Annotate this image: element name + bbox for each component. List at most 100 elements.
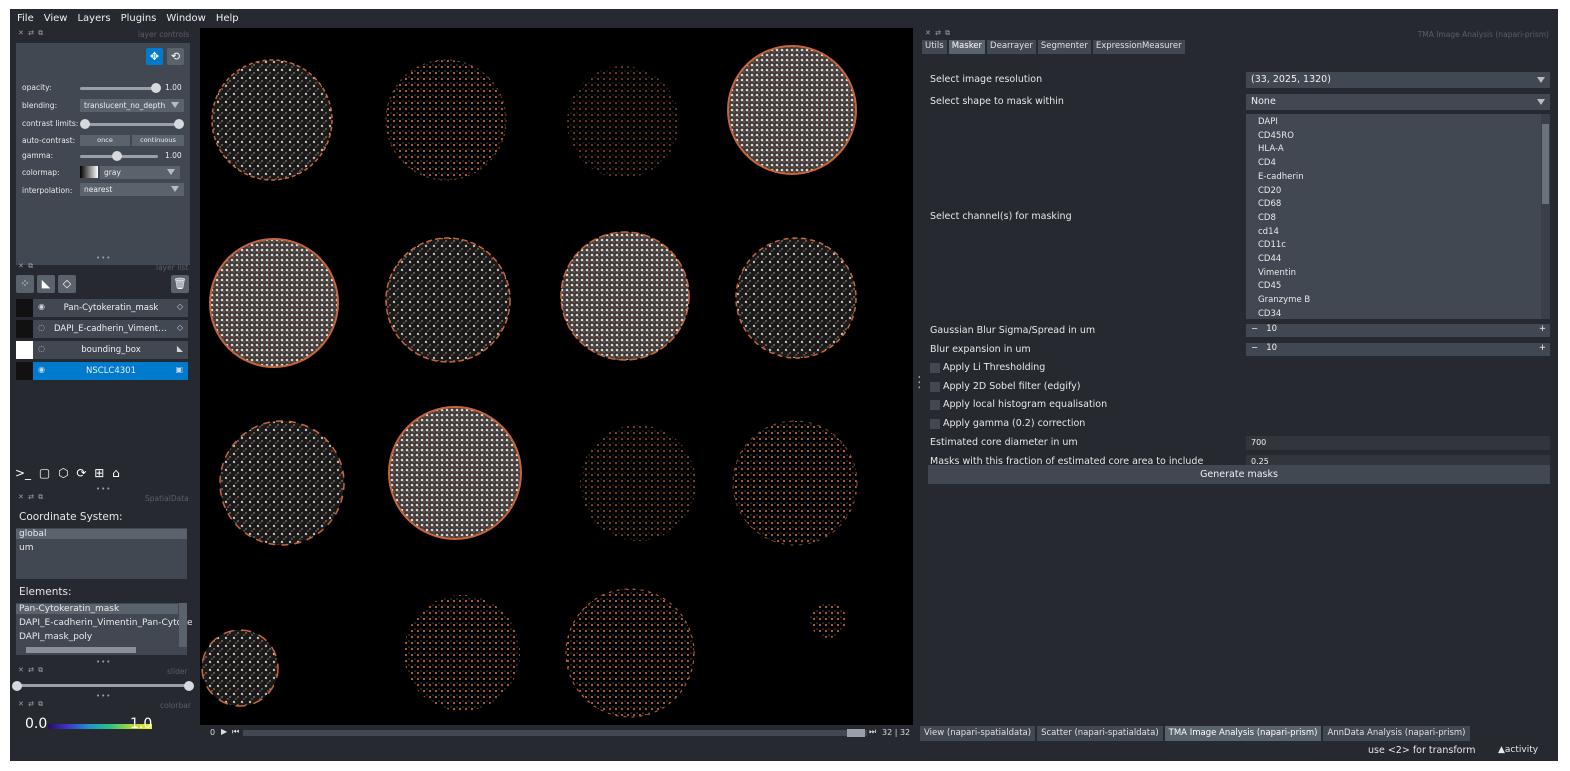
scrollbar[interactable] <box>1541 114 1550 319</box>
elements-list[interactable]: Pan-Cytokeratin_mask DAPI_E-cadherin_Vim… <box>16 603 193 655</box>
step-end-icon[interactable]: ⏭ <box>869 727 876 737</box>
labels-layer-icon[interactable]: ◇ <box>58 275 76 293</box>
plus-icon[interactable]: + <box>1539 343 1546 353</box>
channel-list-item[interactable]: CD20 <box>1258 186 1281 196</box>
channel-list-item[interactable]: Vimentin <box>1258 268 1296 278</box>
transpose-icon[interactable]: ⟳ <box>76 466 86 480</box>
contrast-max-knob[interactable] <box>174 119 184 129</box>
shape-select[interactable]: None <box>1246 94 1550 110</box>
dock-close-float-icons[interactable]: ✕ ⇄ ⧉ <box>18 29 44 38</box>
delete-layer-icon[interactable]: 🗑 <box>171 275 189 293</box>
eye-hidden-icon[interactable]: ◌ <box>38 344 45 353</box>
eye-icon[interactable]: ◉ <box>38 365 45 374</box>
step-icon[interactable]: ⏮ <box>232 727 239 737</box>
channel-list-item[interactable]: CD45RO <box>1258 131 1294 141</box>
tab-anndata-analysis[interactable]: AnnData Analysis (napari-prism) <box>1323 726 1470 741</box>
tab-view-spatialdata[interactable]: View (napari-spatialdata) <box>920 726 1036 741</box>
tab-expressionmeasurer[interactable]: ExpressionMeasurer <box>1092 40 1185 54</box>
gamma-slider-knob[interactable] <box>112 151 122 161</box>
shapes-layer-icon[interactable]: ◣ <box>37 275 55 293</box>
plus-icon[interactable]: + <box>1539 324 1546 334</box>
core-diameter-input[interactable]: 700 <box>1246 436 1550 450</box>
channel-list-item[interactable]: CD45 <box>1258 281 1281 291</box>
checkbox[interactable] <box>930 419 940 429</box>
channel-list-item[interactable]: E-cadherin <box>1258 172 1304 182</box>
pan-zoom-icon[interactable]: ✥ <box>146 48 163 65</box>
menu-layers[interactable]: Layers <box>72 13 115 24</box>
channel-list-item[interactable]: cd14 <box>1258 227 1279 237</box>
autocontrast-continuous-button[interactable]: continuous <box>132 135 184 146</box>
list-item[interactable]: global <box>16 529 187 539</box>
channel-list-item[interactable]: CD4 <box>1258 158 1276 168</box>
dock-splitter-handle[interactable]: ••• <box>96 254 111 262</box>
menu-plugins[interactable]: Plugins <box>116 13 162 24</box>
channel-list-item[interactable]: Granzyme B <box>1258 295 1310 305</box>
transform-icon[interactable]: ⟲ <box>167 48 184 65</box>
menu-window[interactable]: Window <box>161 13 210 24</box>
play-icon[interactable]: ▶ <box>221 727 227 736</box>
image-canvas[interactable] <box>200 28 913 725</box>
grid-icon[interactable]: ⊞ <box>94 466 104 480</box>
blending-select[interactable]: translucent_no_depth <box>80 99 184 112</box>
channel-list-item[interactable]: CD68 <box>1258 199 1281 209</box>
blur-sigma-spinbox[interactable]: − 10 + <box>1246 324 1550 337</box>
generate-masks-button[interactable]: Generate masks <box>928 465 1550 484</box>
dock-slider[interactable] <box>16 684 188 687</box>
contrast-min-knob[interactable] <box>80 119 90 129</box>
console-icon[interactable]: >_ <box>15 466 31 480</box>
opacity-slider[interactable] <box>80 87 158 90</box>
checkbox[interactable] <box>930 363 940 373</box>
dock-close-float-icons[interactable]: ✕ ⇄ ⧉ <box>18 700 44 709</box>
menu-view[interactable]: View <box>39 13 73 24</box>
dock-splitter-handle[interactable]: ••• <box>96 485 111 493</box>
eye-icon[interactable]: ◉ <box>38 302 45 311</box>
home-icon[interactable]: ⌂ <box>112 466 120 480</box>
channel-list-item[interactable]: HLA-A <box>1258 144 1284 154</box>
channel-list-item[interactable]: CD11c <box>1258 240 1286 250</box>
dims-slider-handle[interactable] <box>847 729 865 737</box>
interpolation-select[interactable]: nearest <box>80 183 184 196</box>
dims-slider[interactable] <box>243 730 867 736</box>
menu-help[interactable]: Help <box>211 13 244 24</box>
channel-list-item[interactable]: CD44 <box>1258 254 1281 264</box>
menu-file[interactable]: File <box>12 13 39 24</box>
tab-segmenter[interactable]: Segmenter <box>1037 40 1091 54</box>
channel-list-item[interactable]: CD8 <box>1258 213 1276 223</box>
dock-splitter-handle[interactable]: ••• <box>96 692 111 700</box>
layer-row[interactable]: ◉ Pan-Cytokeratin_mask ◇ <box>16 299 188 317</box>
tab-dearrayer[interactable]: Dearrayer <box>987 40 1036 54</box>
autocontrast-once-button[interactable]: once <box>80 135 130 146</box>
ndisplay-icon[interactable]: ▢ <box>39 466 50 480</box>
layer-row-selected[interactable]: ◉ NSCLC4301 ▣ <box>16 362 188 380</box>
tab-utils[interactable]: Utils <box>922 40 947 54</box>
dock-splitter-handle[interactable]: ••• <box>96 658 111 666</box>
eye-hidden-icon[interactable]: ◌ <box>38 323 45 332</box>
dock-close-float-icons[interactable]: ✕ ⇄ ⧉ <box>925 29 951 38</box>
layer-row[interactable]: ◌ DAPI_E-cadherin_Vimentin... ◇ <box>16 320 188 338</box>
dock-close-float-icons[interactable]: ✕ ⇄ ⧉ <box>18 493 44 502</box>
list-item[interactable]: DAPI_E-cadherin_Vimentin_Pan-Cytoke <box>19 618 193 628</box>
activity-button[interactable]: ▲activity <box>1498 745 1538 755</box>
scrollbar-thumb[interactable] <box>1542 124 1549 204</box>
scrollbar[interactable] <box>179 603 187 647</box>
checkbox[interactable] <box>930 400 940 410</box>
list-item[interactable]: DAPI_mask_poly <box>19 632 92 642</box>
points-layer-icon[interactable]: ⁘ <box>16 275 34 293</box>
coordinate-system-list[interactable]: global um <box>16 528 187 579</box>
minus-icon[interactable]: − <box>1251 324 1258 334</box>
contrast-slider[interactable] <box>84 123 182 126</box>
dock-slider-min-knob[interactable] <box>12 681 22 691</box>
dock-close-float-icons[interactable]: ✕ ⧉ <box>18 262 34 271</box>
opacity-slider-knob[interactable] <box>151 83 161 93</box>
resolution-select[interactable]: (33, 2025, 1320) <box>1246 72 1550 88</box>
checkbox[interactable] <box>930 382 940 392</box>
roll-icon[interactable]: ⬡ <box>58 466 68 480</box>
minus-icon[interactable]: − <box>1251 343 1258 353</box>
tab-tma-image-analysis[interactable]: TMA Image Analysis (napari-prism) <box>1164 726 1322 741</box>
list-item[interactable]: um <box>19 543 33 553</box>
dock-slider-max-knob[interactable] <box>184 681 194 691</box>
list-item[interactable]: Pan-Cytokeratin_mask <box>16 604 178 614</box>
tab-scatter-spatialdata[interactable]: Scatter (napari-spatialdata) <box>1037 726 1163 741</box>
channel-list-item[interactable]: CD34 <box>1258 309 1281 319</box>
dock-close-float-icons[interactable]: ✕ ⇄ ⧉ <box>18 666 44 675</box>
